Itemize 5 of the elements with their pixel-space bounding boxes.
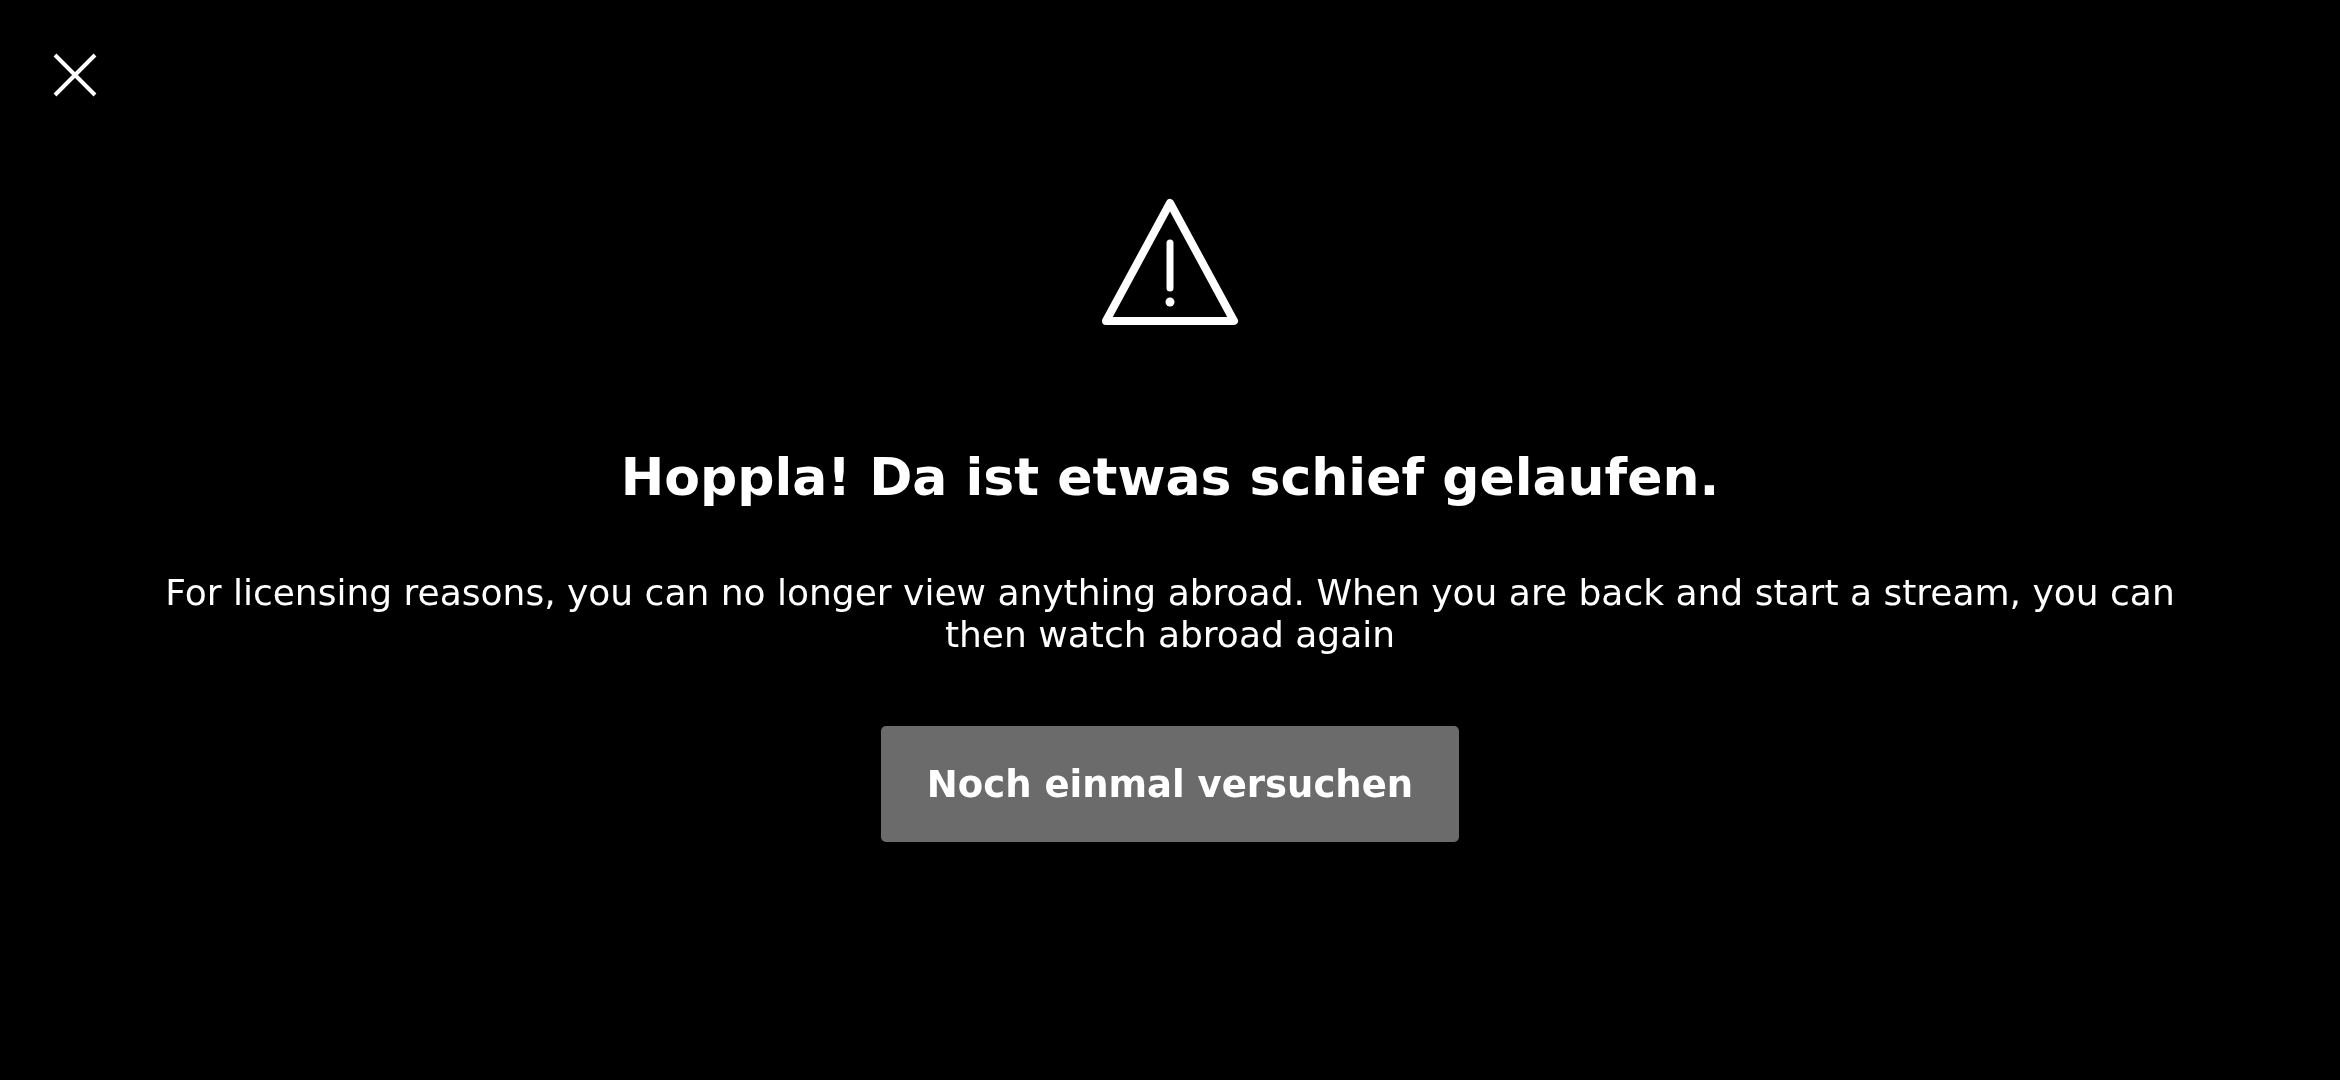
retry-button[interactable]: Noch einmal versuchen: [881, 726, 1459, 842]
error-title: Hoppla! Da ist etwas schief gelaufen.: [620, 446, 1720, 509]
error-message: For licensing reasons, you can no longer view anything abroad. When you are back and start a stream, you can then watch abroad again: [164, 572, 2176, 656]
warning-icon: [1101, 198, 1239, 326]
close-button[interactable]: [52, 52, 98, 98]
